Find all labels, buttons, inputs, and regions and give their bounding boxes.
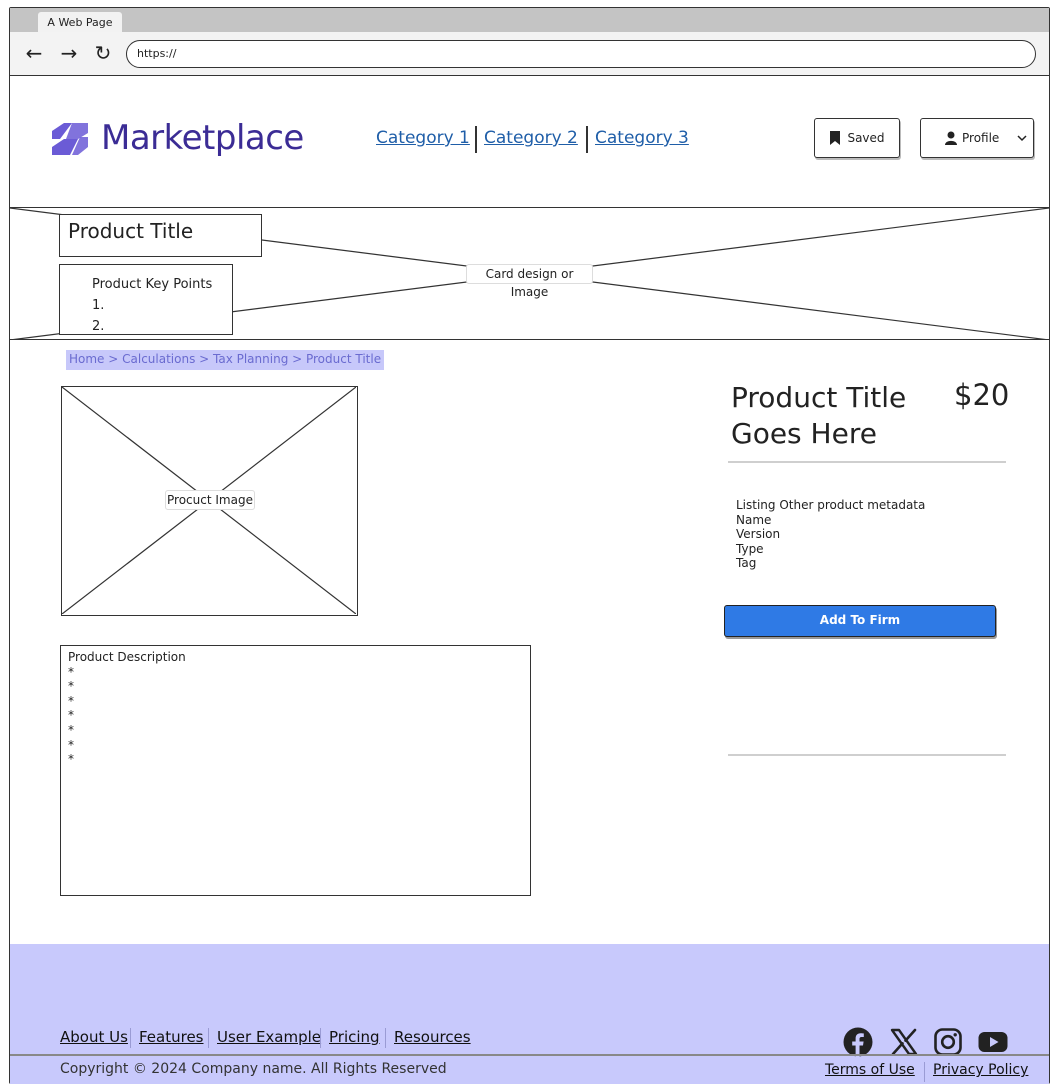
footer-link-resources[interactable]: Resources (394, 1028, 471, 1046)
footer-separator (320, 1028, 321, 1048)
nav-separator (475, 126, 477, 153)
key-point: 2. (92, 319, 105, 334)
divider (728, 754, 1006, 756)
privacy-policy-link[interactable]: Privacy Policy (933, 1062, 1028, 1078)
metadata-type: Type (736, 541, 764, 556)
product-description: Product Description * * * * * * * (60, 645, 531, 896)
key-point: 1. (92, 298, 105, 313)
arrow-left-icon[interactable]: ← (21, 40, 47, 66)
footer-link-features[interactable]: Features (139, 1028, 204, 1046)
add-to-firm-button[interactable]: Add To Firm (724, 605, 996, 637)
instagram-icon[interactable] (933, 1027, 963, 1057)
profile-label: Profile (962, 131, 1000, 145)
metadata-name: Name (736, 512, 772, 527)
chevron-down-icon (1017, 135, 1027, 142)
footer-separator (924, 1062, 925, 1082)
browser-tab[interactable]: A Web Page (38, 12, 122, 34)
x-icon[interactable] (889, 1027, 919, 1057)
footer-divider (10, 1054, 1049, 1056)
arrow-right-icon[interactable]: → (56, 40, 82, 66)
copyright-text: Copyright © 2024 Company name. All Right… (60, 1061, 447, 1077)
nav-category-1[interactable]: Category 1 (376, 128, 470, 148)
url-input[interactable]: https:// (126, 40, 1036, 68)
product-title: Product Title Goes Here (731, 381, 907, 450)
saved-button[interactable]: Saved (814, 118, 900, 158)
hero-placeholder-label: Card design or Image (466, 264, 593, 299)
metadata-version: Version (736, 527, 781, 542)
description-bullet: * (68, 752, 74, 767)
logo-text[interactable]: Marketplace (101, 118, 304, 158)
logo-icon[interactable] (52, 123, 88, 155)
description-bullet: * (68, 693, 74, 708)
metadata-tag: Tag (736, 556, 757, 571)
description-bullet: * (68, 679, 74, 694)
bookmark-icon (830, 131, 841, 145)
tab-bar (10, 8, 1049, 32)
breadcrumb[interactable]: Home > Calculations > Tax Planning > Pro… (66, 350, 385, 370)
description-bullet: * (68, 664, 74, 679)
divider (728, 461, 1006, 463)
nav-category-2[interactable]: Category 2 (484, 128, 578, 148)
profile-dropdown[interactable]: Profile (920, 118, 1034, 158)
key-points-heading: Product Key Points (92, 277, 213, 292)
description-bullet: * (68, 722, 74, 737)
facebook-icon[interactable] (843, 1027, 873, 1057)
hero-key-points: Product Key Points 1. 2. (59, 264, 233, 335)
footer-separator (208, 1028, 209, 1048)
reload-icon[interactable]: ↻ (90, 40, 116, 66)
description-bullet: * (68, 737, 74, 752)
product-metadata: Listing Other product metadata Name Vers… (736, 498, 925, 571)
nav-category-3[interactable]: Category 3 (595, 128, 689, 148)
youtube-icon[interactable] (978, 1027, 1008, 1057)
description-heading: Product Description (68, 650, 186, 664)
nav-separator (586, 126, 588, 153)
terms-of-use-link[interactable]: Terms of Use (825, 1062, 915, 1078)
description-bullet: * (68, 708, 74, 723)
product-image-label: Procuct Image (165, 490, 255, 510)
footer-separator (130, 1028, 131, 1048)
footer-link-about[interactable]: About Us (60, 1028, 128, 1046)
product-price: $20 (954, 378, 1010, 412)
footer-link-user-example[interactable]: User Example (217, 1028, 321, 1046)
footer-separator (385, 1028, 386, 1048)
user-icon (945, 131, 957, 145)
footer-link-pricing[interactable]: Pricing (329, 1028, 380, 1046)
metadata-heading: Listing Other product metadata (736, 498, 926, 512)
hero-title: Product Title (59, 214, 262, 257)
saved-button-label: Saved (847, 131, 885, 145)
